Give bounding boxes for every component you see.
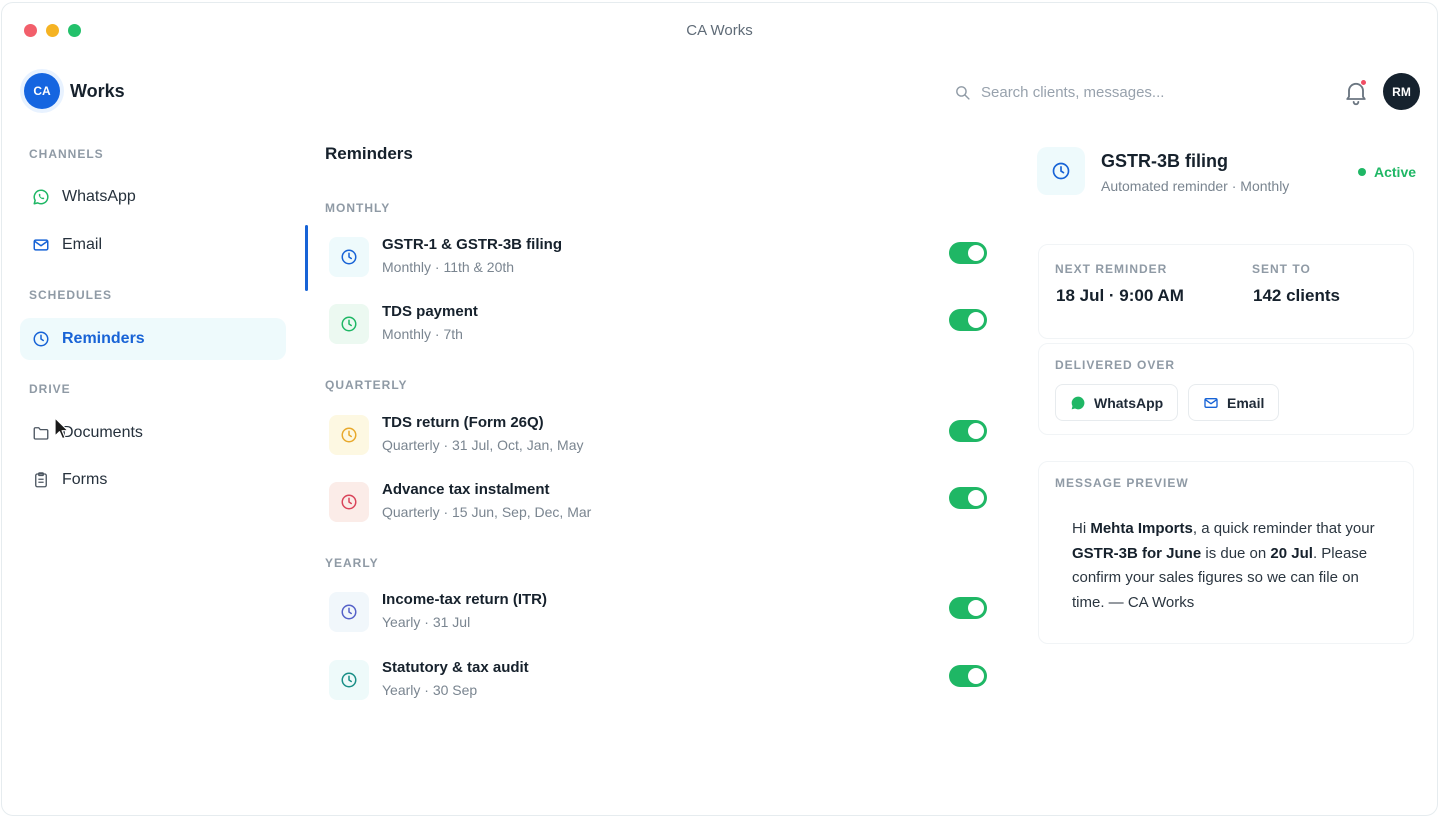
user-avatar[interactable]: RM (1383, 73, 1420, 110)
reminder-toggle[interactable] (949, 487, 987, 509)
clock-icon (341, 427, 357, 443)
clock-icon (33, 331, 49, 347)
message-preview-label: MESSAGE PREVIEW (1055, 476, 1189, 490)
clock-icon (1052, 162, 1070, 180)
sidebar-section-schedules: SCHEDULES (29, 288, 113, 302)
sidebar-item-email[interactable]: Email (20, 224, 286, 266)
reminder-icon (329, 592, 369, 632)
reminder-title: Advance tax instalment (382, 481, 550, 498)
reminder-title: Statutory & tax audit (382, 659, 529, 676)
reminder-row[interactable]: Statutory & tax audit Yearly · 30 Sep (305, 650, 1005, 714)
sidebar-item-label: Forms (62, 471, 108, 488)
clipboard-icon (35, 472, 47, 488)
sidebar-item-label: WhatsApp (62, 188, 136, 205)
sidebar-item-label: Email (62, 236, 103, 253)
title-bar: CA Works (2, 3, 1437, 57)
reminder-toggle[interactable] (949, 597, 987, 619)
reminder-title: GSTR-1 & GSTR-3B filing (382, 236, 562, 253)
reminder-title: TDS return (Form 26Q) (382, 414, 544, 431)
preview-due-date: 20 Jul (1270, 544, 1313, 562)
next-reminder-label: NEXT REMINDER (1055, 262, 1168, 276)
reminder-row[interactable]: Income-tax return (ITR) Yearly · 31 Jul (305, 582, 1005, 646)
channel-chip-whatsapp[interactable]: WhatsApp (1055, 384, 1179, 421)
reminder-icon (329, 415, 369, 455)
reminder-toggle[interactable] (949, 420, 987, 442)
preview-text: , a quick reminder that your (1192, 520, 1375, 537)
reminder-icon (329, 237, 369, 277)
reminder-schedule: Yearly · 30 Sep (382, 682, 478, 698)
sidebar-item-label: Reminders (62, 330, 145, 347)
mouse-cursor-icon (54, 417, 69, 440)
status-label: Active (1374, 164, 1417, 180)
schedule-card: NEXT REMINDER 18 Jul · 9:00 AM SENT TO 1… (1038, 244, 1414, 339)
reminder-title: Income-tax return (ITR) (382, 591, 548, 608)
mail-icon (1204, 397, 1218, 408)
sidebar-item-label: Documents (62, 424, 143, 441)
next-reminder-value: 18 Jul · 9:00 AM (1056, 286, 1184, 305)
reminder-icon (329, 482, 369, 522)
chip-label: WhatsApp (1094, 394, 1164, 411)
whatsapp-icon (1071, 396, 1085, 409)
window-title: CA Works (686, 22, 753, 39)
sidebar-section-drive: DRIVE (29, 382, 71, 396)
reminder-icon (329, 304, 369, 344)
page-title: Reminders (325, 144, 413, 163)
preview-client-name: Mehta Imports (1090, 520, 1193, 537)
sidebar-section-channels: CHANNELS (29, 147, 104, 161)
app-window: CA Works CA Works RM CHANNELS WhatsApp E… (1, 2, 1438, 816)
reminder-schedule: Monthly · 7th (382, 326, 463, 342)
reminder-icon (329, 660, 369, 700)
reminder-schedule: Monthly · 11th & 20th (382, 259, 515, 275)
message-preview-text: Hi Mehta Imports, a quick reminder that … (1072, 517, 1390, 615)
reminder-toggle[interactable] (949, 242, 987, 264)
reminder-row[interactable]: GSTR-1 & GSTR-3B filing Monthly · 11th & … (305, 225, 1005, 291)
reminder-row[interactable]: Advance tax instalment Quarterly · 15 Jun… (305, 472, 1005, 536)
search-input[interactable] (981, 83, 1281, 101)
reminder-schedule: Yearly · 31 Jul (382, 614, 471, 630)
detail-icon (1037, 147, 1085, 195)
mail-icon (33, 239, 49, 251)
brand-name: Works (70, 81, 125, 101)
clock-icon (341, 604, 357, 620)
sent-to-value: 142 clients (1253, 286, 1340, 305)
sidebar-item-forms[interactable]: Forms (20, 459, 286, 501)
folder-icon (33, 427, 49, 440)
clock-icon (341, 494, 357, 510)
whatsapp-icon (33, 189, 49, 205)
group-label-yearly: YEARLY (325, 556, 379, 570)
reminder-toggle[interactable] (949, 665, 987, 687)
brand-logo: CA (24, 73, 60, 109)
detail-subtitle: Automated reminder · Monthly (1101, 178, 1290, 194)
status-badge: Active (1358, 164, 1416, 180)
reminder-title: TDS payment (382, 303, 478, 320)
reminder-schedule: Quarterly · 15 Jun, Sep, Dec, Mar (382, 504, 592, 520)
group-label-quarterly: QUARTERLY (325, 378, 408, 392)
clock-icon (341, 249, 357, 265)
detail-title: GSTR-3B filing (1101, 151, 1228, 171)
notification-dot (1360, 79, 1367, 86)
group-label-monthly: MONTHLY (325, 201, 391, 215)
sent-to-label: SENT TO (1252, 262, 1311, 276)
sidebar-item-whatsapp[interactable]: WhatsApp (20, 176, 286, 218)
preview-text: is due on (1201, 544, 1271, 562)
preview-return-name: GSTR-3B for June (1072, 544, 1202, 562)
search-icon (956, 85, 970, 100)
clock-icon (341, 316, 357, 332)
search-bar[interactable] (954, 79, 1294, 105)
reminder-row[interactable]: TDS payment Monthly · 7th (305, 294, 1005, 358)
reminder-row[interactable]: TDS return (Form 26Q) Quarterly · 31 Jul,… (305, 405, 1005, 469)
status-dot (1358, 168, 1366, 176)
clock-icon (341, 672, 357, 688)
chip-label: Email (1227, 394, 1265, 411)
channel-chip-email[interactable]: Email (1188, 384, 1280, 421)
preview-text: Hi (1072, 520, 1091, 537)
reminder-schedule: Quarterly · 31 Jul, Oct, Jan, May (382, 437, 584, 453)
reminder-toggle[interactable] (949, 309, 987, 331)
sidebar-item-reminders[interactable]: Reminders (20, 318, 286, 360)
delivered-over-label: DELIVERED OVER (1055, 358, 1176, 372)
